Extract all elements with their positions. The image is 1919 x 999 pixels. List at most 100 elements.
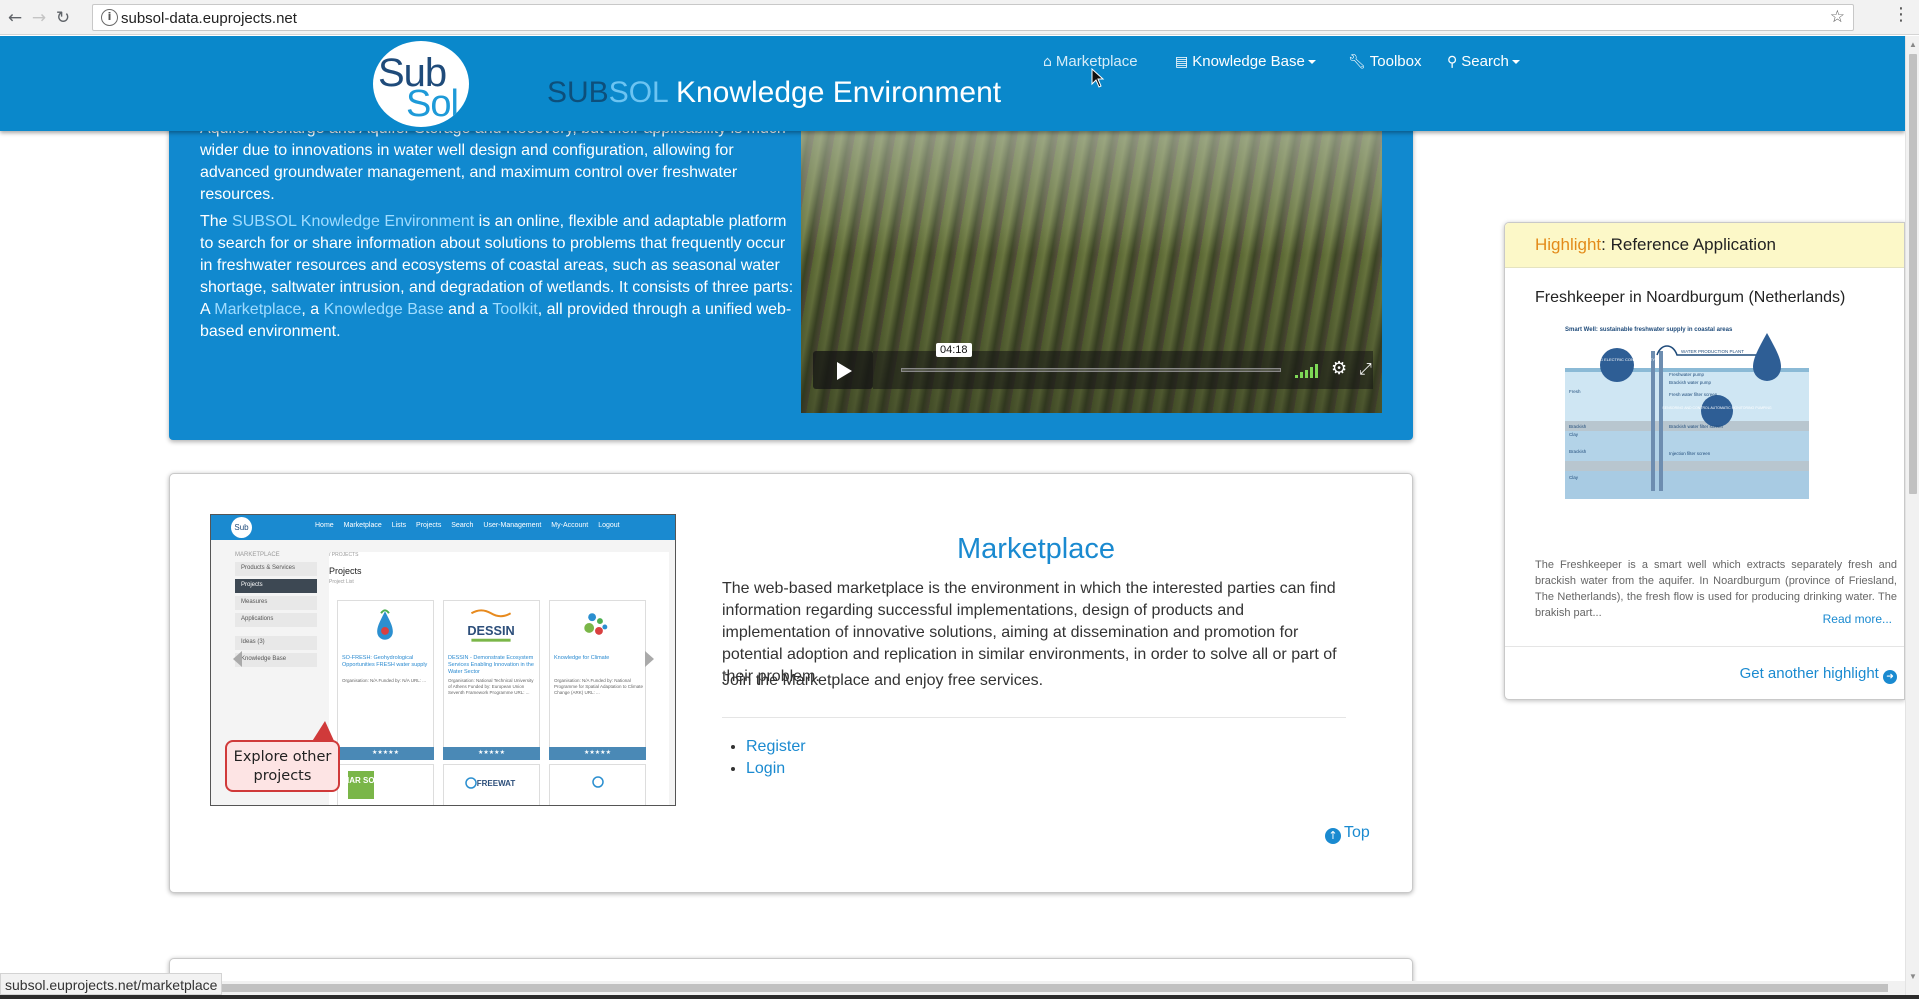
diagram-fresh-label: Fresh: [1569, 389, 1581, 394]
screenshot-breadcrumb: / PROJECTS: [329, 552, 359, 558]
intro-text-span: The: [200, 213, 233, 230]
site-navbar: Sub Sol SUBSOL Knowledge Environment ⌂ Ma…: [0, 36, 1905, 131]
address-bar[interactable]: i subsol-data.euprojects.net ☆: [92, 4, 1854, 31]
marketplace-title: Marketplace: [957, 533, 1115, 565]
mouse-cursor-icon: [1091, 68, 1105, 88]
address-url[interactable]: subsol-data.euprojects.net: [121, 10, 297, 27]
register-link[interactable]: Register: [746, 738, 806, 755]
screenshot-page-subtitle: Project List: [329, 579, 354, 585]
diagram-clay-label: Clay: [1569, 432, 1579, 437]
video-duration: 04:18: [936, 343, 972, 357]
diagram-brackish-label: Brackish: [1569, 424, 1587, 429]
screenshot-card-title: Knowledge for Climate: [554, 655, 610, 661]
highlight-subtitle[interactable]: Freshkeeper in Noardburgum (Netherlands): [1535, 289, 1845, 307]
divider: [722, 717, 1346, 718]
get-another-highlight-link[interactable]: Get another highlight ➜: [1740, 665, 1897, 684]
diagram-inject-label: Injection filter screen: [1669, 451, 1711, 456]
intro-text-span: , a: [301, 301, 324, 318]
vertical-scrollbar[interactable]: ▲ ▼: [1905, 36, 1919, 999]
screenshot-project-card: [549, 764, 646, 805]
diagram-brackish2-label: Brackish: [1569, 449, 1587, 454]
screenshot-project-card: MAR SOL: [337, 764, 434, 805]
forward-arrow-icon[interactable]: →: [27, 6, 51, 30]
gear-icon[interactable]: ⚙: [1331, 358, 1347, 379]
screenshot-side-item: Knowledge Base: [235, 653, 317, 667]
logo-sol-text: Sol: [406, 83, 459, 125]
freshkeeper-diagram[interactable]: Smart Well: sustainable freshwater suppl…: [1561, 323, 1811, 503]
horizontal-scroll-thumb[interactable]: [14, 984, 1888, 992]
bookmark-star-icon[interactable]: ☆: [1830, 7, 1845, 27]
knowledge-base-link[interactable]: Knowledge Base: [324, 301, 444, 318]
intro-text: These subsurface water solutions (SWS) a…: [200, 96, 800, 348]
kebab-menu-icon[interactable]: ⋮: [1892, 4, 1910, 25]
highlight-panel: Highlight: Reference Application Freshke…: [1504, 222, 1905, 700]
marsol-logo-text: MAR SOL: [343, 776, 380, 785]
diagram-brack-screen-label: Brackish water filter screen: [1669, 424, 1724, 429]
carousel-next-icon: [645, 651, 654, 667]
horizontal-scrollbar[interactable]: [0, 981, 1905, 995]
nav-toolbox-label: Toolbox: [1369, 53, 1422, 70]
fullscreen-icon[interactable]: ⤢: [1359, 359, 1372, 379]
subsol-logo[interactable]: Sub Sol: [373, 41, 469, 127]
nav-search[interactable]: ⚲ Search: [1447, 53, 1520, 70]
list-item: Login: [746, 758, 806, 780]
intro-text-span: and a: [443, 301, 493, 318]
subsol-knowledge-link[interactable]: SUBSOL Knowledge Environment: [232, 213, 474, 230]
screenshot-page-title: Projects: [329, 566, 362, 576]
toolkit-link[interactable]: Toolkit: [492, 301, 537, 318]
brand-sub: SUB: [547, 76, 609, 109]
back-to-top-label: Top: [1344, 824, 1370, 841]
screenshot-card-rating: ★★★★★: [549, 747, 646, 760]
nav-toolbox[interactable]: 🔧︎ Toolbox: [1348, 53, 1421, 70]
site-brand-title[interactable]: SUBSOL Knowledge Environment: [547, 76, 1001, 110]
get-another-highlight-label: Get another highlight: [1739, 665, 1879, 682]
diagram-sensor-label: SENSORING ELECTRIC CONDUCTIVITY: [1579, 357, 1655, 362]
back-to-top-link[interactable]: ↑ Top: [1325, 824, 1370, 844]
vertical-scroll-thumb[interactable]: [1909, 54, 1917, 494]
intro-paragraph-2: The SUBSOL Knowledge Environment is an o…: [200, 211, 800, 343]
screenshot-side-item: Ideas (3): [235, 636, 317, 650]
status-bar-url: subsol.euprojects.net/marketplace: [0, 973, 223, 995]
screenshot-card-title: DESSIN - Demonstrate Ecosystem Services …: [448, 655, 534, 675]
project-logo-icon: [592, 776, 604, 788]
scroll-down-icon[interactable]: ▼: [1909, 972, 1917, 981]
home-icon: ⌂: [1043, 54, 1052, 70]
chevron-down-icon: [1307, 60, 1316, 65]
marketplace-links: Register Login: [746, 736, 806, 780]
scroll-up-icon[interactable]: ▲: [1909, 40, 1917, 49]
diagram-clay2-label: Clay: [1569, 475, 1579, 480]
arrow-circle-up-icon: ↑: [1325, 828, 1341, 844]
sofresh-logo-icon: [377, 609, 393, 640]
brand-rest: Knowledge Environment: [667, 76, 1002, 109]
intro-video-player[interactable]: 04:18 ⚙ ⤢: [801, 96, 1382, 413]
login-link[interactable]: Login: [746, 760, 785, 777]
freewat-logo-text: FREEWAT: [477, 779, 516, 788]
carousel-prev-icon: [233, 651, 242, 667]
screenshot-side-item: Products & Services: [235, 562, 317, 576]
screenshot-project-card: Knowledge for Climate Organisation: N/A …: [549, 600, 646, 760]
read-more-link[interactable]: Read more...: [1823, 612, 1892, 626]
reload-icon[interactable]: ↻: [51, 6, 75, 30]
dessin-logo-icon: DESSIN: [467, 609, 515, 642]
nav-knowledge-base-label: Knowledge Base: [1192, 53, 1305, 70]
play-button[interactable]: [813, 351, 873, 389]
marketplace-link[interactable]: Marketplace: [214, 301, 301, 318]
screenshot-card-rating: ★★★★★: [337, 747, 434, 760]
arrow-circle-right-icon: ➜: [1883, 670, 1897, 684]
screenshot-navbar: Sub Home Marketplace Lists Projects Sear…: [211, 515, 675, 540]
back-arrow-icon[interactable]: ←: [3, 6, 27, 30]
screenshot-card-meta: Organisation: N/A Funded by: N/A URL: ..…: [342, 678, 427, 683]
intro-section: These subsurface water solutions (SWS) a…: [169, 96, 1413, 440]
marketplace-join-text: Join the Marketplace and enjoy free serv…: [722, 672, 1044, 689]
brand-sol: SOL: [608, 76, 668, 109]
diagram-brack-pump-label: Brackish water pump: [1669, 380, 1712, 385]
diagram-fresh-screen-label: Fresh water filter screen: [1669, 392, 1718, 397]
video-seek-track[interactable]: [901, 368, 1281, 372]
info-icon[interactable]: i: [101, 9, 118, 26]
nav-knowledge-base[interactable]: ▤ Knowledge Base: [1175, 53, 1316, 70]
volume-icon[interactable]: [1295, 364, 1319, 378]
marketplace-screenshot[interactable]: Sub Home Marketplace Lists Projects Sear…: [210, 514, 676, 806]
highlight-prefix: Highlight: [1535, 235, 1602, 254]
video-progress-bar[interactable]: 04:18 ⚙ ⤢: [873, 343, 1373, 389]
diagram-sensor2-label: SENSORING AND CONTROL AUTOMATIC MONITORI…: [1662, 406, 1771, 410]
